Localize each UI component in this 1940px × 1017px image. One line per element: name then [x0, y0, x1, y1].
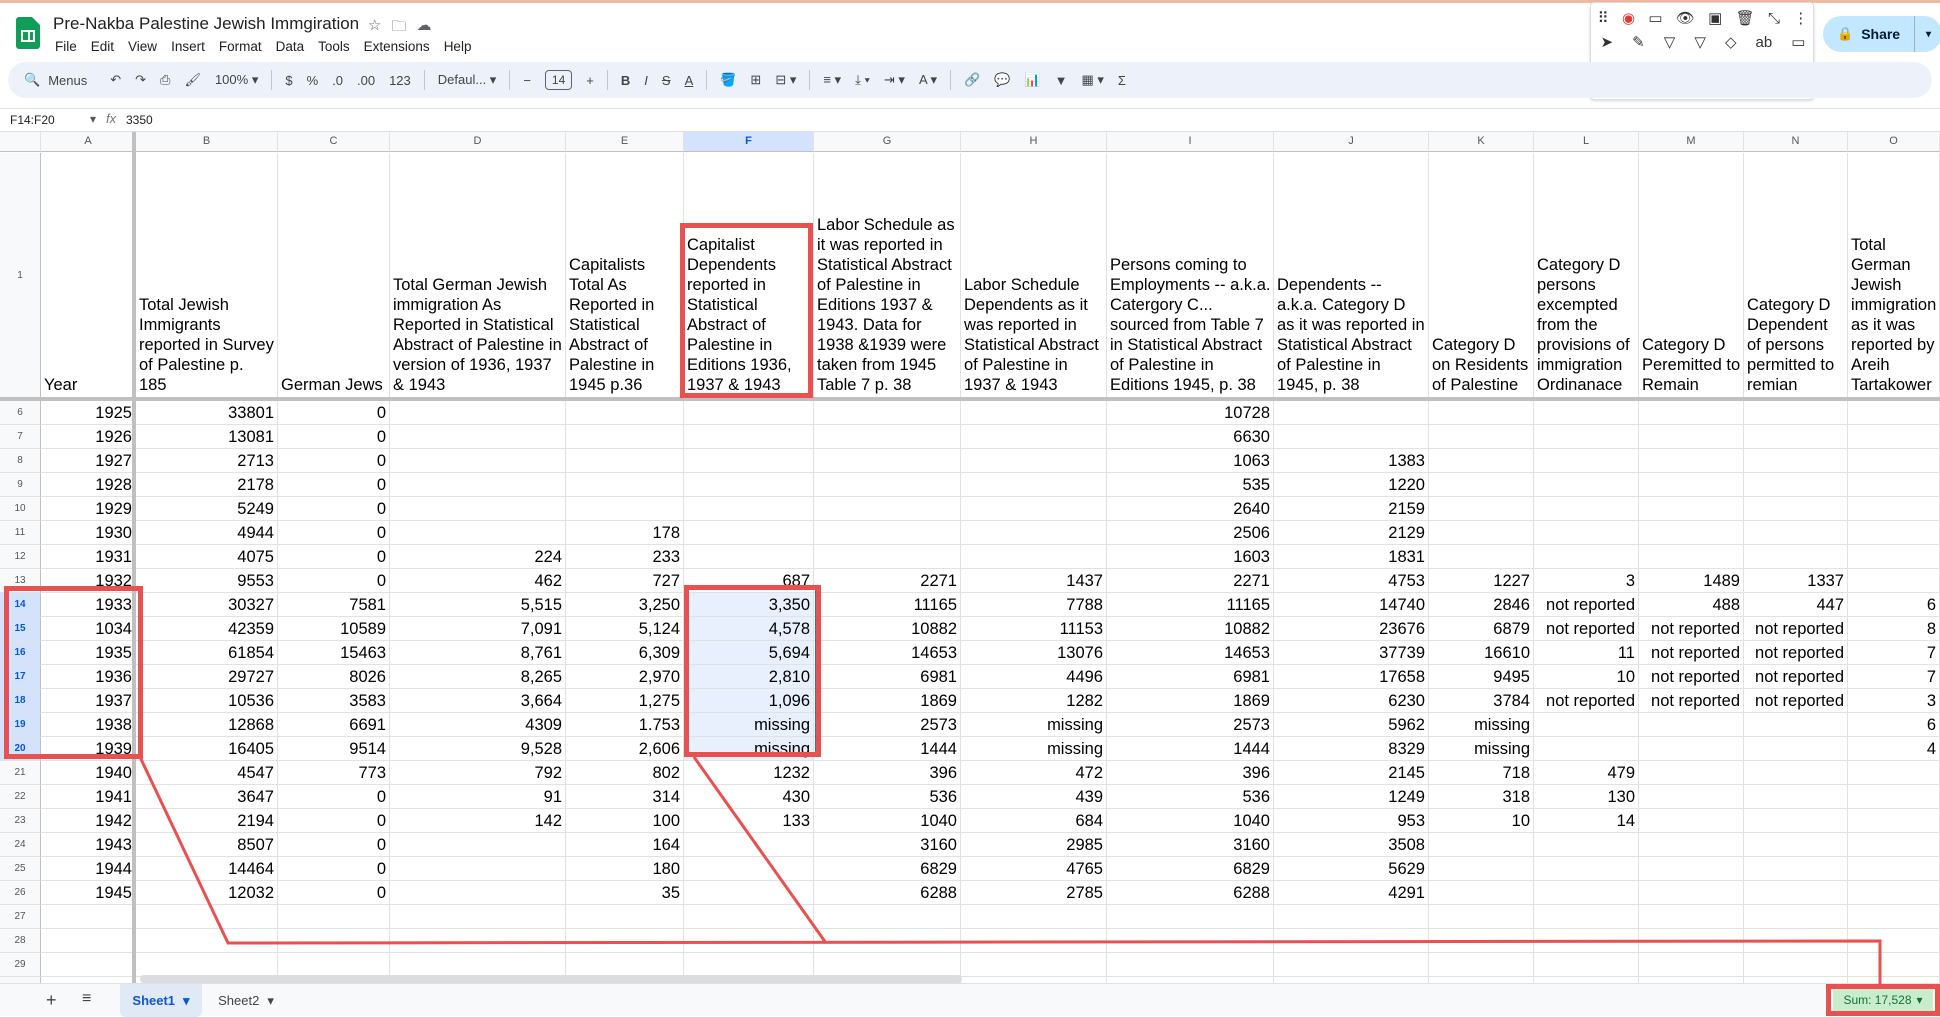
annotation-connectors [138, 756, 1882, 986]
